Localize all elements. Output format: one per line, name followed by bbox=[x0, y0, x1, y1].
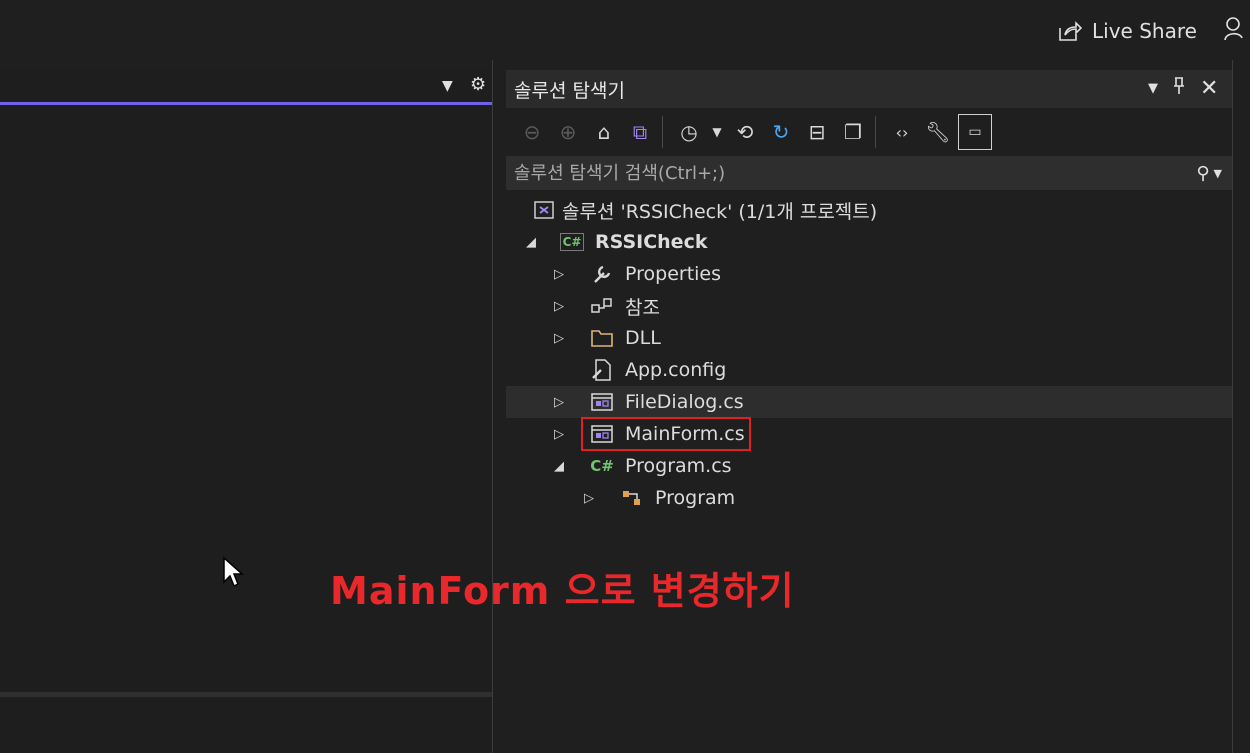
tree-item-solution[interactable]: 솔루션 'RSSICheck' (1/1개 프로젝트) bbox=[506, 194, 1232, 226]
tree-item-program-class[interactable]: ▷ Program bbox=[506, 482, 1232, 514]
tree-item-label: 참조 bbox=[625, 296, 660, 319]
editor-divider bbox=[0, 692, 492, 697]
search-icon[interactable]: ⚲ ▼ bbox=[1196, 163, 1222, 184]
mouse-cursor-icon bbox=[223, 556, 244, 588]
gear-icon[interactable]: ⚙ bbox=[470, 74, 486, 95]
collapsed-arrow-icon[interactable]: ▷ bbox=[554, 331, 564, 346]
tree-item-references[interactable]: ▷ 참조 bbox=[506, 290, 1232, 322]
tree-item-filedialog[interactable]: ▷ FileDialog.cs bbox=[506, 386, 1232, 418]
collapsed-arrow-icon[interactable]: ▷ bbox=[554, 299, 564, 314]
toolbar-separator bbox=[875, 116, 876, 148]
right-panel-edge bbox=[1232, 60, 1250, 753]
solution-explorer-search[interactable]: ⚲▼ bbox=[506, 156, 1232, 190]
close-icon[interactable]: ✕ bbox=[1200, 76, 1218, 101]
pending-changes-filter-icon[interactable]: ◷ bbox=[673, 116, 705, 148]
expanded-arrow-icon[interactable]: ◢ bbox=[526, 235, 536, 250]
tree-item-folder-dll[interactable]: ▷ DLL bbox=[506, 322, 1232, 354]
collapsed-arrow-icon[interactable]: ▷ bbox=[554, 427, 564, 442]
tree-item-label: App.config bbox=[625, 359, 727, 381]
search-input[interactable] bbox=[506, 161, 1197, 185]
solution-explorer-toolbar: ⊖ ⊕ ⌂ ⧉ ◷ ▼ ⟲ ↻ ⊟ ❐ ‹› 🔧︎ ▭ bbox=[506, 108, 1232, 156]
class-icon bbox=[620, 486, 644, 510]
tree-item-properties[interactable]: ▷ Properties bbox=[506, 258, 1232, 290]
tree-item-label: Program.cs bbox=[625, 455, 732, 477]
account-icon[interactable] bbox=[1224, 16, 1250, 44]
tree-item-program-cs[interactable]: ◢ C# Program.cs bbox=[506, 450, 1232, 482]
panel-splitter[interactable] bbox=[492, 60, 506, 753]
wrench-icon bbox=[590, 262, 614, 286]
tree-item-label: FileDialog.cs bbox=[625, 391, 744, 413]
share-icon bbox=[1059, 21, 1082, 41]
editor-area[interactable] bbox=[0, 70, 492, 753]
sync-icon[interactable]: ⟲ bbox=[729, 116, 761, 148]
properties-wrench-icon[interactable]: 🔧︎ bbox=[922, 116, 954, 148]
switch-views-icon[interactable]: ⧉ bbox=[624, 116, 656, 148]
solution-explorer-title: 솔루션 탐색기 bbox=[514, 79, 625, 102]
pin-icon[interactable] bbox=[1172, 76, 1186, 101]
forward-icon[interactable]: ⊕ bbox=[552, 116, 584, 148]
tab-dropdown-icon[interactable]: ▼ bbox=[442, 78, 453, 94]
tree-item-label: Properties bbox=[625, 263, 722, 285]
tree-item-label: DLL bbox=[625, 327, 661, 349]
csharp-file-icon: C# bbox=[590, 457, 614, 475]
references-icon bbox=[590, 294, 614, 318]
back-icon[interactable]: ⊖ bbox=[516, 116, 548, 148]
chevron-down-icon[interactable]: ▼ bbox=[709, 116, 725, 148]
window-position-icon[interactable]: ▼ bbox=[1148, 81, 1158, 96]
toolbar-separator bbox=[662, 116, 663, 148]
csharp-project-icon: C# bbox=[559, 230, 585, 254]
collapsed-arrow-icon[interactable]: ▷ bbox=[584, 491, 594, 506]
highlight-box bbox=[581, 417, 751, 451]
solution-icon bbox=[532, 198, 556, 222]
collapse-all-icon[interactable]: ⊟ bbox=[801, 116, 833, 148]
config-icon bbox=[590, 358, 614, 382]
live-share-button[interactable]: Live Share bbox=[1056, 14, 1197, 48]
expanded-arrow-icon[interactable]: ◢ bbox=[554, 459, 564, 474]
solution-explorer-title-bar: 솔루션 탐색기 bbox=[506, 70, 1232, 108]
tree-item-label: 솔루션 'RSSICheck' (1/1개 프로젝트) bbox=[562, 200, 878, 223]
collapsed-arrow-icon[interactable]: ▷ bbox=[554, 395, 564, 410]
form-icon bbox=[590, 390, 614, 414]
tree-item-label: Program bbox=[655, 487, 736, 509]
refresh-icon[interactable]: ↻ bbox=[765, 116, 797, 148]
tree-item-app-config[interactable]: App.config bbox=[506, 354, 1232, 386]
view-code-icon[interactable]: ‹› bbox=[886, 116, 918, 148]
tree-item-label: RSSICheck bbox=[595, 231, 708, 253]
folder-icon bbox=[590, 326, 614, 350]
active-tab-indicator bbox=[0, 102, 492, 105]
tree-item-project[interactable]: ◢ C# RSSICheck bbox=[506, 226, 1232, 258]
live-share-label: Live Share bbox=[1092, 19, 1197, 43]
show-all-files-icon[interactable]: ❐ bbox=[837, 116, 869, 148]
annotation-text: MainForm 으로 변경하기 bbox=[330, 569, 795, 613]
home-icon[interactable]: ⌂ bbox=[588, 116, 620, 148]
preview-selected-items-icon[interactable]: ▭ bbox=[958, 114, 992, 150]
collapsed-arrow-icon[interactable]: ▷ bbox=[554, 267, 564, 282]
